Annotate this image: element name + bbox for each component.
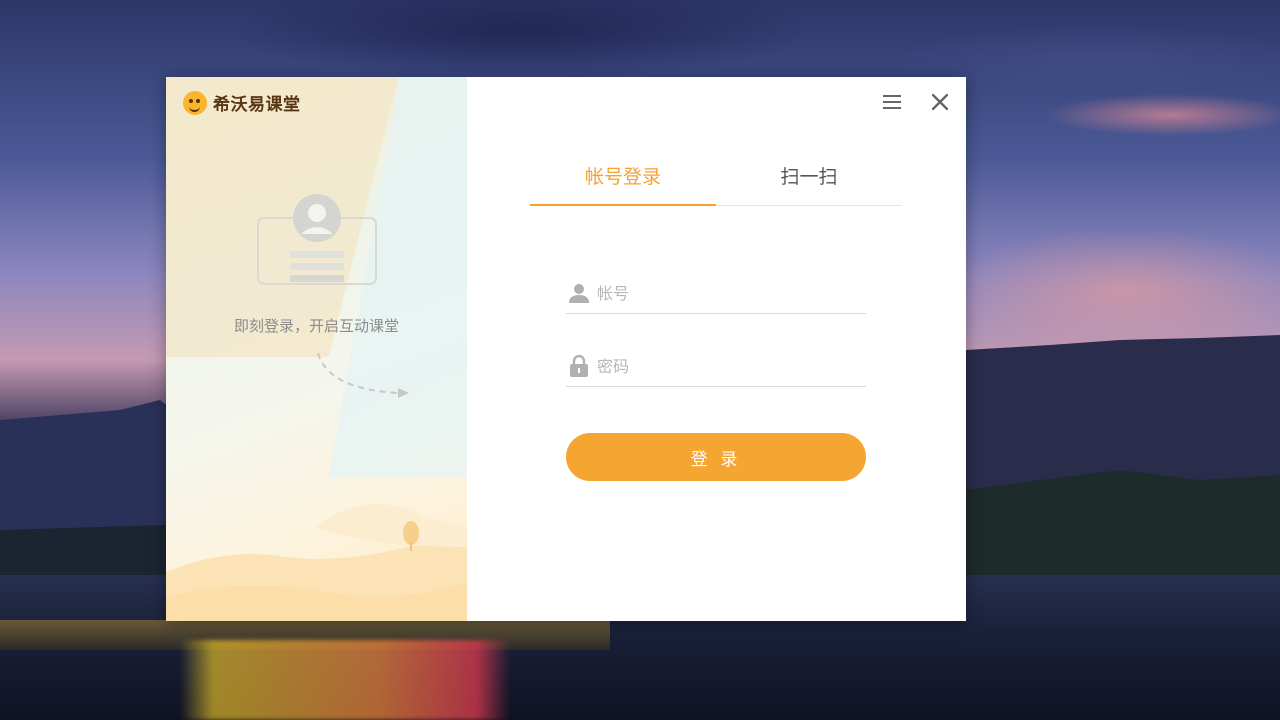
brand-logo-icon (183, 90, 207, 115)
brand: 希沃易课堂 (183, 90, 301, 115)
password-input[interactable] (597, 356, 847, 376)
wallpaper-sunset-glow (966, 190, 1280, 350)
lock-icon (569, 355, 589, 377)
brand-name: 希沃易课堂 (213, 95, 301, 115)
close-button[interactable] (929, 91, 951, 113)
password-field (566, 346, 866, 387)
id-card-illustration (257, 194, 377, 285)
tab-account-login[interactable]: 帐号登录 (530, 161, 716, 206)
login-button[interactable]: 登 录 (566, 433, 866, 481)
welcome-panel: 希沃易课堂 即刻登录，开启互动课堂 (166, 77, 467, 621)
wallpaper-reflection (180, 640, 510, 720)
user-icon (569, 282, 589, 304)
menu-icon (883, 95, 901, 109)
login-dialog: 希沃易课堂 即刻登录，开启互动课堂 帐号登录 扫一扫 帐号 登 录 (166, 77, 966, 621)
dashed-arrow-illustration (317, 352, 409, 398)
login-tabs: 帐号登录 扫一扫 (530, 161, 902, 206)
tab-scan-qr[interactable]: 扫一扫 (716, 161, 902, 205)
login-panel: 帐号登录 扫一扫 登 录 (467, 77, 966, 621)
wallpaper-sunset-cloud (1050, 80, 1280, 150)
hills-illustration (166, 504, 467, 621)
close-icon (932, 94, 948, 110)
account-input[interactable] (597, 283, 847, 303)
welcome-slogan: 即刻登录，开启互动课堂 (233, 317, 399, 335)
account-field (566, 273, 866, 314)
menu-button[interactable] (881, 91, 903, 113)
